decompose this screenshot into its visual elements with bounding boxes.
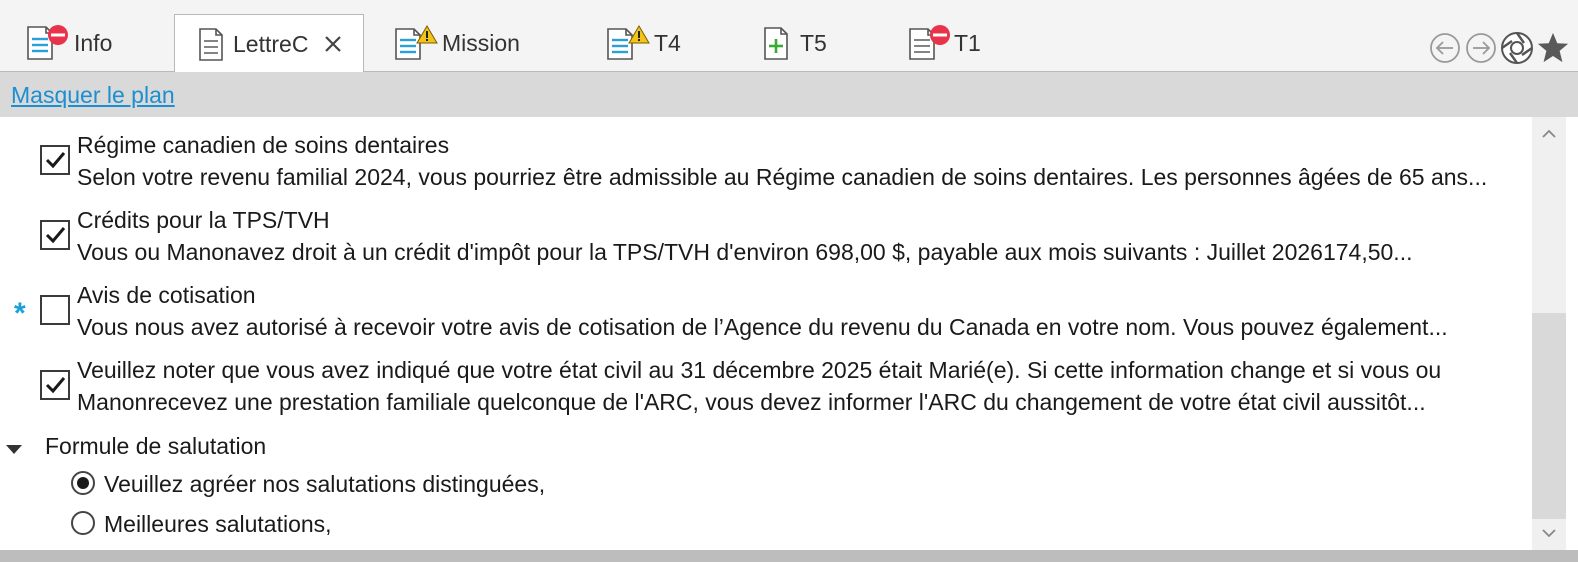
- doc-add-icon: [762, 23, 792, 63]
- checkbox[interactable]: [40, 295, 70, 325]
- scrollbar-thumb[interactable]: [1532, 313, 1566, 519]
- doc-icon: [197, 24, 227, 64]
- tab-bar: Info LettreC Mission T4 T5 T1: [0, 0, 1578, 73]
- vertical-scrollbar[interactable]: [1532, 117, 1566, 550]
- aperture-icon[interactable]: [1500, 30, 1534, 66]
- hide-plan-link[interactable]: Masquer le plan: [11, 82, 175, 109]
- caret-down-icon[interactable]: [6, 442, 22, 460]
- salutation-radio-meilleures[interactable]: [71, 511, 95, 535]
- radio-label: Veuillez agréer nos salutations distingu…: [104, 471, 546, 497]
- star-icon[interactable]: [1536, 30, 1570, 66]
- tab-label: LettreC: [233, 30, 309, 57]
- tab-label: T5: [800, 29, 827, 56]
- item-description: Vous ou Manonavez droit à un crédit d'im…: [77, 239, 1413, 265]
- tab-t5[interactable]: T5: [762, 14, 827, 72]
- doc-blue-error-icon: [24, 23, 68, 63]
- salutation-radio-distinguees[interactable]: [71, 471, 95, 495]
- tab-navigation: [1428, 26, 1578, 70]
- tab-mission[interactable]: Mission: [392, 14, 520, 72]
- checkbox[interactable]: [40, 370, 70, 400]
- tab-label: T4: [654, 29, 681, 56]
- radio-selected-dot: [77, 477, 89, 489]
- salutation-section: Formule de salutation: [0, 430, 1532, 464]
- tab-t4[interactable]: T4: [604, 14, 681, 72]
- letter-options-list: Régime canadien de soins dentaires Selon…: [0, 117, 1532, 550]
- back-icon[interactable]: [1428, 30, 1462, 66]
- checkbox[interactable]: [40, 145, 70, 175]
- doc-blue-warning-icon: [604, 23, 650, 63]
- tab-lettrec[interactable]: LettreC: [174, 14, 364, 73]
- item-description: Selon votre revenu familial 2024, vous p…: [77, 164, 1488, 190]
- scroll-up-icon[interactable]: [1532, 117, 1566, 151]
- item-title: Régime canadien de soins dentaires: [77, 132, 450, 158]
- item-title: Avis de cotisation: [77, 282, 256, 308]
- tab-t1[interactable]: T1: [906, 14, 981, 72]
- item-description: Manonrecevez une prestation familiale qu…: [77, 389, 1426, 415]
- forward-icon[interactable]: [1464, 30, 1498, 66]
- tab-label: Info: [74, 29, 113, 56]
- item-title: Crédits pour la TPS/TVH: [77, 207, 330, 233]
- section-title: Formule de salutation: [45, 433, 267, 459]
- bottom-border: [0, 550, 1578, 562]
- close-icon[interactable]: [322, 33, 344, 55]
- tab-label: Mission: [442, 29, 520, 56]
- item-title: Veuillez noter que vous avez indiqué que…: [77, 357, 1442, 383]
- plan-bar: Masquer le plan: [0, 72, 1578, 117]
- required-asterisk: *: [14, 297, 26, 330]
- doc-error-icon: [906, 23, 950, 63]
- doc-blue-warning-icon: [392, 23, 438, 63]
- tab-label: T1: [954, 29, 981, 56]
- tab-info[interactable]: Info: [24, 14, 112, 72]
- scroll-down-icon[interactable]: [1532, 516, 1566, 550]
- item-description: Vous nous avez autorisé à recevoir votre…: [77, 314, 1448, 340]
- radio-label: Meilleures salutations,: [104, 511, 332, 537]
- checkbox[interactable]: [40, 220, 70, 250]
